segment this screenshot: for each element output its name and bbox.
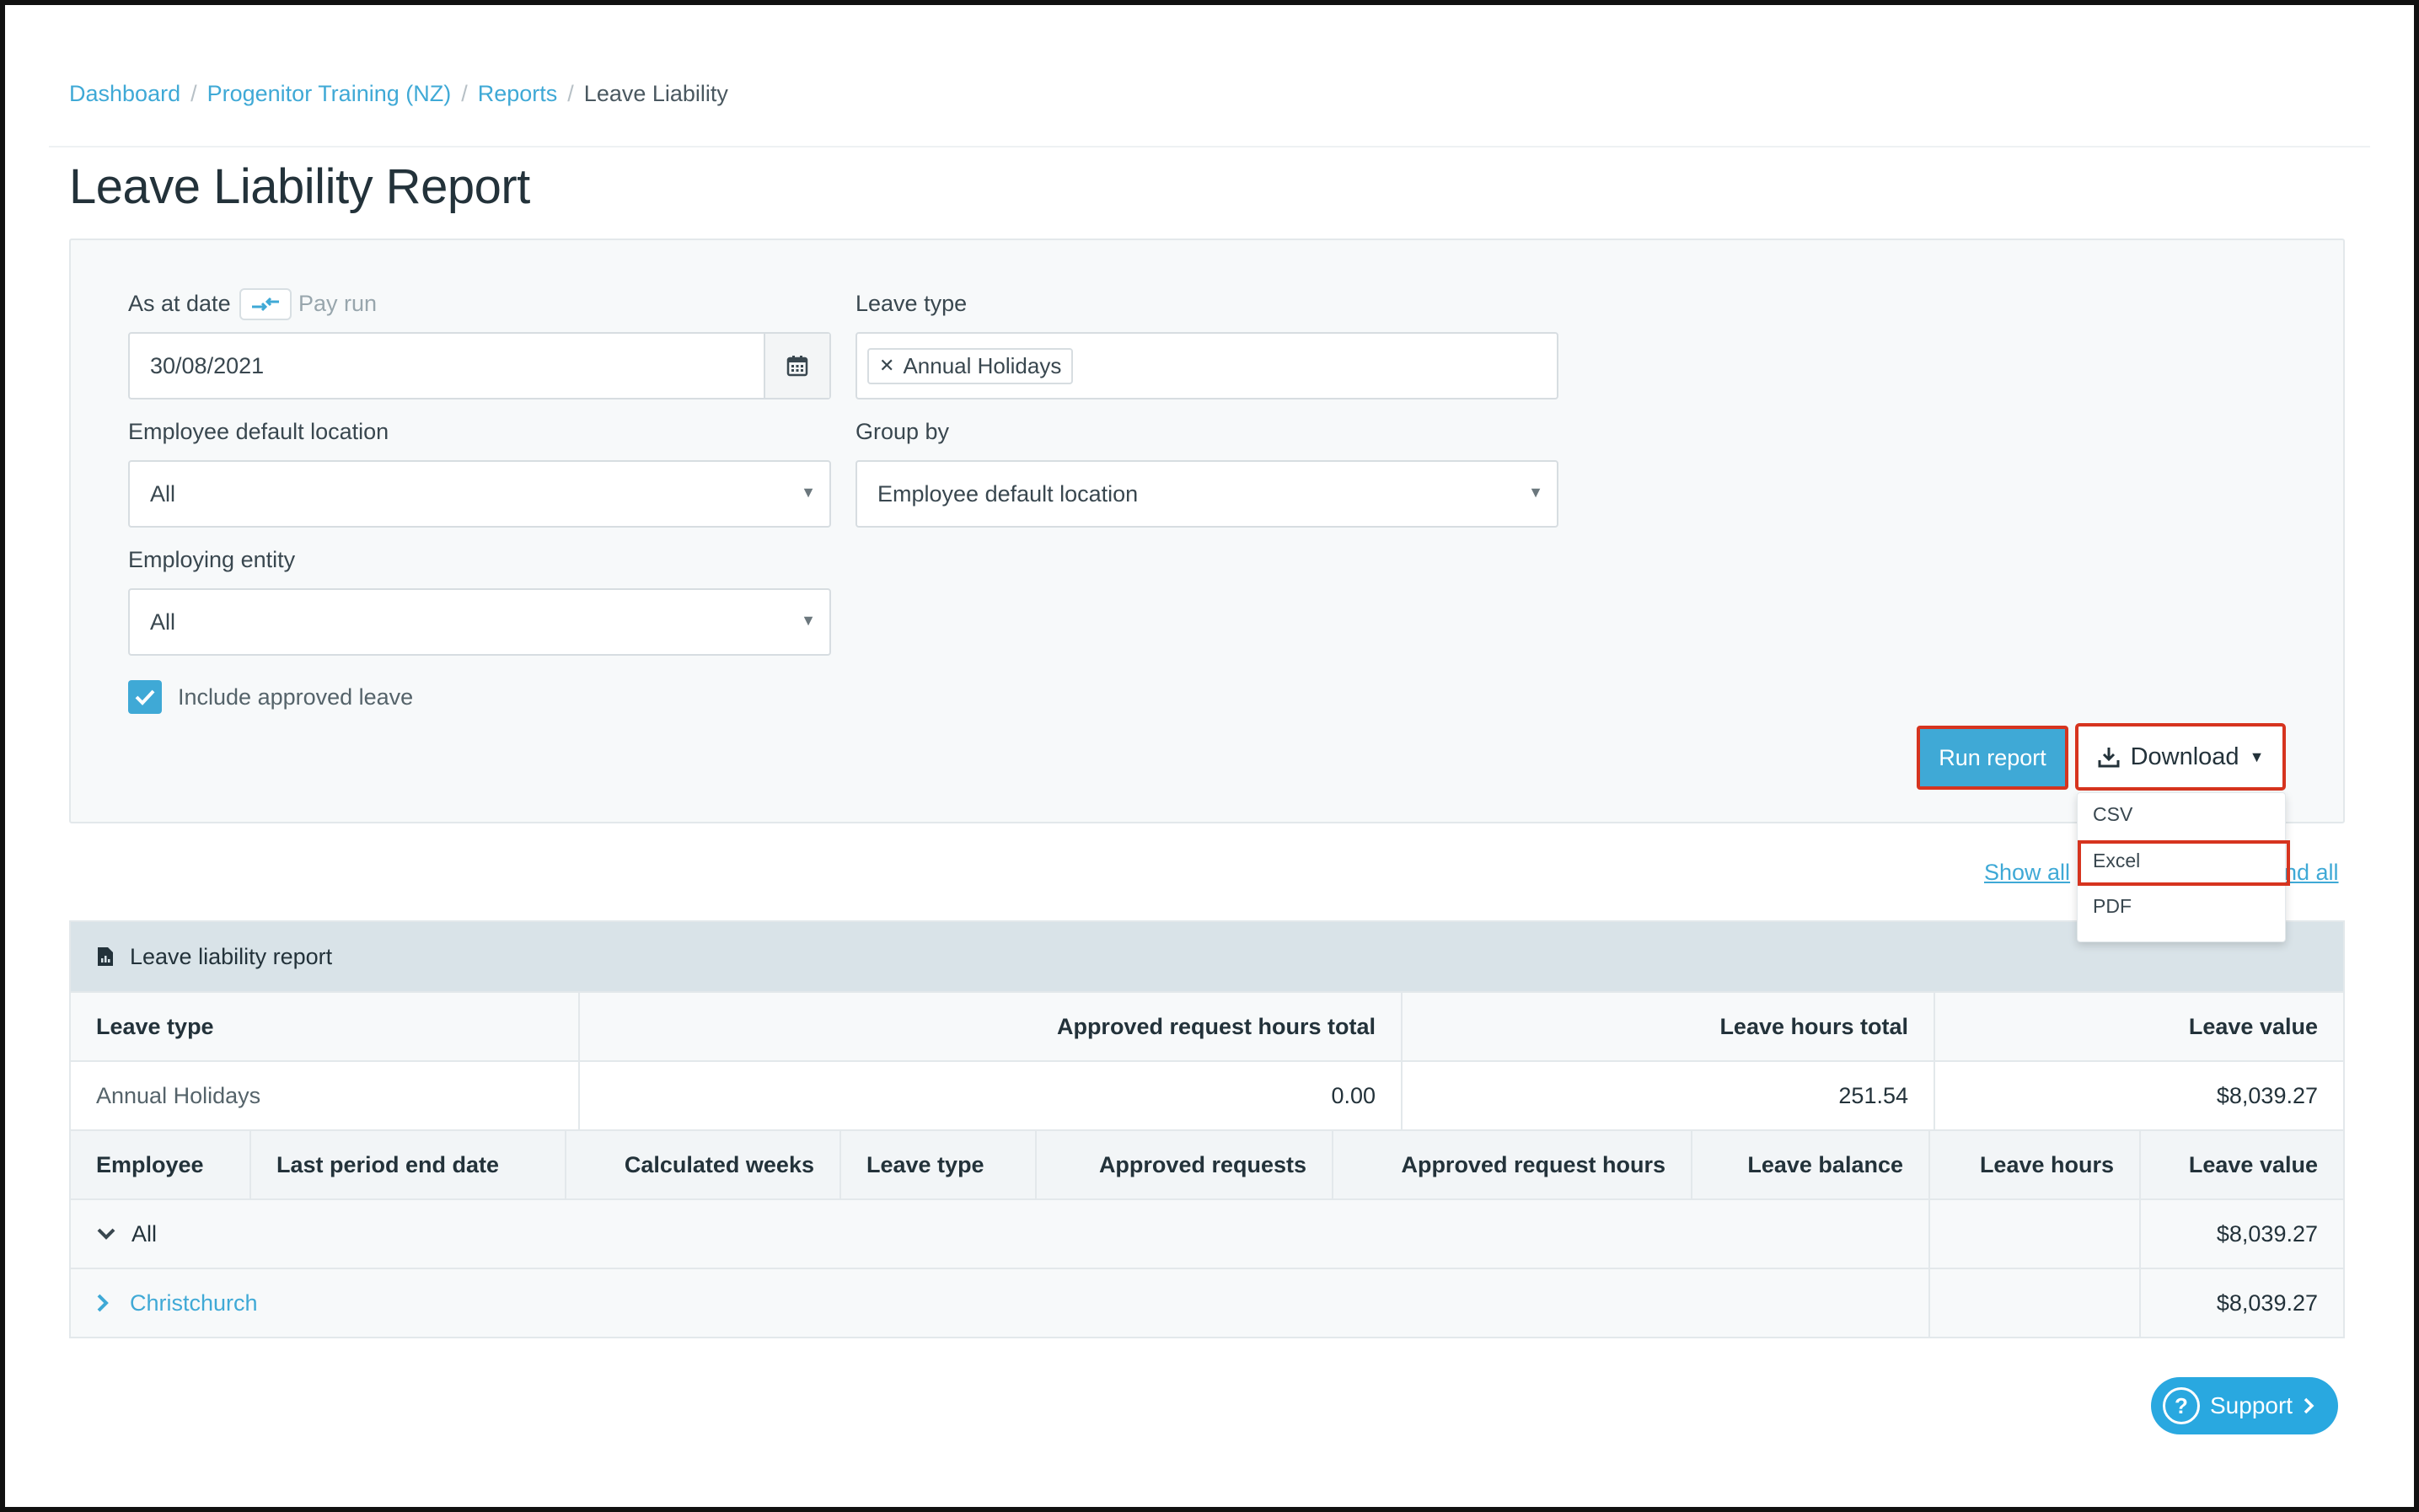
- as-at-date-label: As at date: [128, 291, 231, 316]
- report-file-icon: [98, 947, 113, 966]
- table-cell: Annual Holidays: [71, 1062, 580, 1129]
- download-option-excel[interactable]: Excel: [2093, 850, 2140, 872]
- column-header: Leave value: [2188, 1013, 2318, 1039]
- column-header: Leave type: [71, 993, 580, 1060]
- chevron-right-icon[interactable]: [96, 1293, 110, 1313]
- caret-down-icon: ▼: [801, 612, 816, 629]
- group-value: $8,039.27: [2216, 1289, 2318, 1316]
- employing-entity-select[interactable]: All ▼: [128, 588, 831, 656]
- group-value: $8,039.27: [2216, 1220, 2318, 1247]
- column-header: Employee: [71, 1131, 251, 1198]
- include-approved-checkbox[interactable]: [128, 680, 162, 714]
- employee-location-select[interactable]: All ▼: [128, 460, 831, 528]
- group-row-christchurch[interactable]: Christchurch $8,039.27: [71, 1268, 2343, 1337]
- breadcrumb-progenitor[interactable]: Progenitor Training (NZ): [207, 81, 452, 107]
- caret-down-icon: ▼: [2249, 748, 2265, 765]
- download-button[interactable]: Download ▼: [2075, 723, 2286, 791]
- report-header: Leave liability report: [71, 922, 2343, 991]
- chevron-right-icon: [2304, 1397, 2314, 1414]
- pay-run-label[interactable]: Pay run: [298, 291, 377, 317]
- column-header: Last period end date: [251, 1131, 566, 1198]
- download-menu: CSV Excel PDF: [2077, 792, 2290, 942]
- swap-arrows-icon: [252, 297, 279, 312]
- breadcrumb: Dashboard / Progenitor Training (NZ) / R…: [69, 81, 728, 107]
- download-option-pdf[interactable]: PDF: [2093, 895, 2132, 918]
- summary-header-row: Leave type Approved request hours total …: [71, 991, 2343, 1060]
- column-header: Leave value: [2188, 1151, 2318, 1177]
- support-button[interactable]: ? Support: [2151, 1377, 2338, 1434]
- column-header: Approved request hours: [1333, 1131, 1692, 1198]
- leave-type-tag-label: Annual Holidays: [903, 352, 1062, 378]
- download-label: Download: [2130, 743, 2239, 770]
- detail-header-row: Employee Last period end date Calculated…: [71, 1129, 2343, 1198]
- employing-entity-label: Employing entity: [128, 547, 296, 572]
- employee-location-label: Employee default location: [128, 419, 389, 444]
- breadcrumb-separator: /: [567, 81, 574, 106]
- check-icon: [135, 689, 155, 705]
- column-header: Approved request hours total: [580, 993, 1403, 1060]
- page-title: Leave Liability Report: [69, 159, 530, 214]
- as-at-date-value: 30/08/2021: [150, 352, 265, 378]
- support-label: Support: [2210, 1392, 2293, 1418]
- column-header: Leave type: [841, 1131, 1037, 1198]
- table-cell: $8,039.27: [2216, 1082, 2318, 1108]
- table-cell: 251.54: [1403, 1062, 1935, 1129]
- leave-type-label: Leave type: [856, 291, 968, 316]
- calendar-icon: [786, 356, 808, 377]
- group-label-cell: All: [71, 1200, 1930, 1268]
- breadcrumb-current: Leave Liability: [583, 81, 728, 106]
- breadcrumb-dashboard[interactable]: Dashboard: [69, 81, 180, 107]
- remove-tag-icon[interactable]: ✕: [879, 355, 894, 377]
- column-header: Leave balance: [1692, 1131, 1930, 1198]
- column-header: Leave hours total: [1403, 993, 1935, 1060]
- expand-all-link[interactable]: nd all: [2284, 860, 2339, 886]
- group-by-value: Employee default location: [877, 480, 1139, 507]
- group-by-select[interactable]: Employee default location ▼: [856, 460, 1558, 528]
- leave-type-tag: ✕ Annual Holidays: [867, 347, 1074, 384]
- divider: [49, 146, 2370, 147]
- download-icon: [2098, 748, 2120, 768]
- leave-type-multiselect[interactable]: ✕ Annual Holidays: [856, 332, 1558, 399]
- date-mode-toggle[interactable]: [239, 288, 292, 320]
- table-cell: 0.00: [580, 1062, 1403, 1129]
- group-by-label: Group by: [856, 419, 950, 444]
- group-link-christchurch[interactable]: Christchurch: [130, 1290, 258, 1316]
- report-table: Leave liability report Leave type Approv…: [69, 920, 2345, 1338]
- breadcrumb-separator: /: [190, 81, 197, 106]
- report-title: Leave liability report: [130, 943, 333, 969]
- group-label-cell: Christchurch: [71, 1269, 1930, 1337]
- breadcrumb-separator: /: [461, 81, 468, 106]
- column-header: Approved requests: [1037, 1131, 1333, 1198]
- download-option-csv[interactable]: CSV: [2093, 803, 2132, 826]
- calendar-button[interactable]: [764, 334, 829, 398]
- run-report-button[interactable]: Run report: [1917, 726, 2068, 790]
- help-icon: ?: [2163, 1387, 2200, 1424]
- table-cell: [1930, 1269, 2141, 1337]
- employing-entity-value: All: [150, 609, 176, 635]
- summary-row: Annual Holidays 0.00 251.54 $8,039.27: [71, 1060, 2343, 1129]
- breadcrumb-reports[interactable]: Reports: [478, 81, 558, 107]
- as-at-date-input[interactable]: 30/08/2021: [128, 332, 831, 399]
- group-row-all[interactable]: All $8,039.27: [71, 1198, 2343, 1268]
- column-header: Leave hours: [1930, 1131, 2141, 1198]
- group-label: All: [131, 1220, 158, 1247]
- caret-down-icon: ▼: [801, 484, 816, 501]
- employee-location-value: All: [150, 480, 176, 507]
- chevron-down-icon[interactable]: [96, 1227, 116, 1241]
- caret-down-icon: ▼: [1528, 484, 1543, 501]
- show-all-link[interactable]: Show all: [1984, 860, 2070, 886]
- table-cell: [1930, 1200, 2141, 1268]
- column-header: Calculated weeks: [566, 1131, 841, 1198]
- include-approved-label[interactable]: Include approved leave: [178, 684, 413, 710]
